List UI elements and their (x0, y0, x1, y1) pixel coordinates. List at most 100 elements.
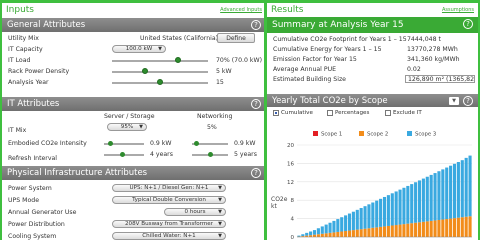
help-icon[interactable]: ? (251, 20, 261, 30)
bar-segment (386, 225, 390, 237)
y-tick-label: 12 (287, 180, 294, 186)
bar-segment (340, 217, 344, 232)
exclude-it-checkbox[interactable]: Exclude IT (385, 110, 422, 116)
bar-segment (324, 233, 328, 237)
help-icon[interactable]: ? (463, 19, 473, 29)
refresh-server-value: 4 years (150, 151, 173, 158)
general-attributes-title: General Attributes (7, 20, 86, 30)
bar-segment (355, 229, 359, 237)
cumulative-checkbox[interactable]: Cumulative (273, 110, 313, 116)
bar-segment (371, 202, 375, 228)
bar-segment (456, 162, 460, 218)
bar-segment (316, 228, 320, 235)
embodied-server-slider-knob[interactable] (108, 141, 113, 146)
checkbox-icon (327, 110, 333, 116)
bar-segment (336, 231, 340, 237)
embodied-network-value: 0.9 kW (234, 140, 256, 147)
bar-segment (344, 215, 348, 232)
generator-use-label: Annual Generator Use (8, 209, 77, 216)
analysis-years-slider-knob[interactable] (157, 79, 163, 85)
bar-segment (320, 226, 324, 234)
it-capacity-label: IT Capacity (8, 46, 43, 53)
general-attributes-header[interactable]: General Attributes ? (2, 18, 266, 32)
rack-density-slider[interactable] (112, 71, 208, 73)
bar-segment (297, 235, 301, 237)
bar-segment (359, 208, 363, 230)
bar-segment (429, 174, 433, 221)
ups-mode-label: UPS Mode (8, 197, 40, 204)
bar-segment (332, 220, 336, 233)
refresh-server-slider-knob[interactable] (120, 152, 125, 157)
bar-segment (429, 220, 433, 237)
assumptions-link[interactable]: Assumptions (442, 7, 474, 13)
rack-density-label: Rack Power Density (8, 68, 70, 75)
it-load-slider[interactable] (112, 60, 208, 62)
bar-segment (417, 180, 422, 223)
physical-infrastructure-header[interactable]: Physical Infrastructure Attributes ? (2, 166, 266, 180)
percentages-checkbox[interactable]: Percentages (327, 110, 369, 116)
embodied-co2e-label: Embodied CO2e Intensity (8, 140, 87, 147)
help-icon[interactable]: ? (463, 96, 473, 106)
bar-segment (312, 234, 317, 237)
legend-swatch (359, 131, 364, 136)
rack-density-slider-knob[interactable] (141, 68, 148, 74)
chevron-down-icon: ▼ (139, 124, 143, 130)
app-frame: Inputs Advanced Inputs General Attribute… (2, 3, 478, 240)
utility-mix-value: United States (California) (140, 35, 219, 42)
embodied-network-slider-knob[interactable] (194, 141, 199, 146)
advanced-inputs-link[interactable]: Advanced Inputs (220, 7, 262, 13)
bar-segment (468, 155, 472, 217)
it-load-slider-knob[interactable] (175, 57, 181, 63)
power-system-dropdown[interactable]: UPS: N+1 / Diesel Gen: N+1 ▼ (112, 184, 226, 192)
result-value: 341,360 kg/MWh (407, 56, 460, 63)
bar-segment (332, 232, 336, 237)
help-icon[interactable]: ? (251, 168, 261, 178)
help-icon[interactable]: ? (251, 99, 261, 109)
networking-col-header: Networking (197, 113, 233, 120)
bar-segment (452, 163, 457, 219)
legend-swatch (313, 131, 318, 136)
bar-segment (464, 157, 468, 217)
physical-infrastructure-title: Physical Infrastructure Attributes (7, 168, 148, 178)
it-capacity-value: 100.0 kW (125, 46, 153, 52)
bar-segment (456, 217, 460, 237)
define-button[interactable]: Define (217, 33, 255, 43)
bar-segment (328, 232, 332, 237)
y-tick-label: 4 (291, 217, 295, 223)
bar-segment (363, 228, 367, 237)
it-mix-dropdown[interactable]: 95% ▼ (107, 123, 147, 131)
inputs-title: Inputs (6, 5, 34, 15)
bar-segment (344, 231, 348, 237)
bar-segment (382, 196, 387, 227)
bar-segment (414, 222, 418, 237)
cooling-system-dropdown[interactable]: Chilled Water: N+1 ▼ (112, 232, 226, 240)
bar-segment (398, 224, 402, 237)
ups-mode-dropdown[interactable]: Typical Double Conversion ▼ (112, 196, 226, 204)
chevron-down-icon: ▼ (218, 197, 222, 203)
power-system-value: UPS: N+1 / Diesel Gen: N+1 (129, 185, 209, 191)
refresh-network-slider-knob[interactable] (208, 152, 213, 157)
chevron-down-icon: ▼ (218, 209, 222, 215)
legend-label: Scope 3 (415, 132, 436, 138)
generator-use-dropdown[interactable]: 0 hours ▼ (164, 208, 226, 216)
bar-segment (445, 219, 449, 237)
bar-segment (468, 216, 472, 237)
power-distribution-dropdown[interactable]: 208V Busway from Transformer ▼ (112, 220, 226, 228)
bar-segment (336, 219, 340, 232)
bar-segment (410, 184, 414, 224)
summary-header: Summary at Analysis Year 15 ? (267, 17, 478, 33)
chevron-down-icon[interactable]: ▼ (449, 97, 459, 105)
it-capacity-dropdown[interactable]: 100.0 kW ▼ (112, 45, 166, 53)
bar-segment (312, 230, 317, 235)
co2e-chart: 20 16 12 8 4 0 CO2ekt Scope 1 Scope 2 Scope 3 (271, 131, 472, 239)
server-storage-col-header: Server / Storage (104, 113, 155, 120)
bar-segment (309, 231, 313, 236)
it-attributes-header[interactable]: IT Attributes ? (2, 97, 266, 111)
bar-segment (375, 227, 379, 237)
bar-segment (398, 189, 402, 225)
bar-segment (301, 234, 305, 237)
bar-segment (390, 225, 394, 237)
bar-segment (452, 218, 457, 237)
bar-segment (445, 167, 449, 220)
bar-segment (363, 206, 367, 229)
